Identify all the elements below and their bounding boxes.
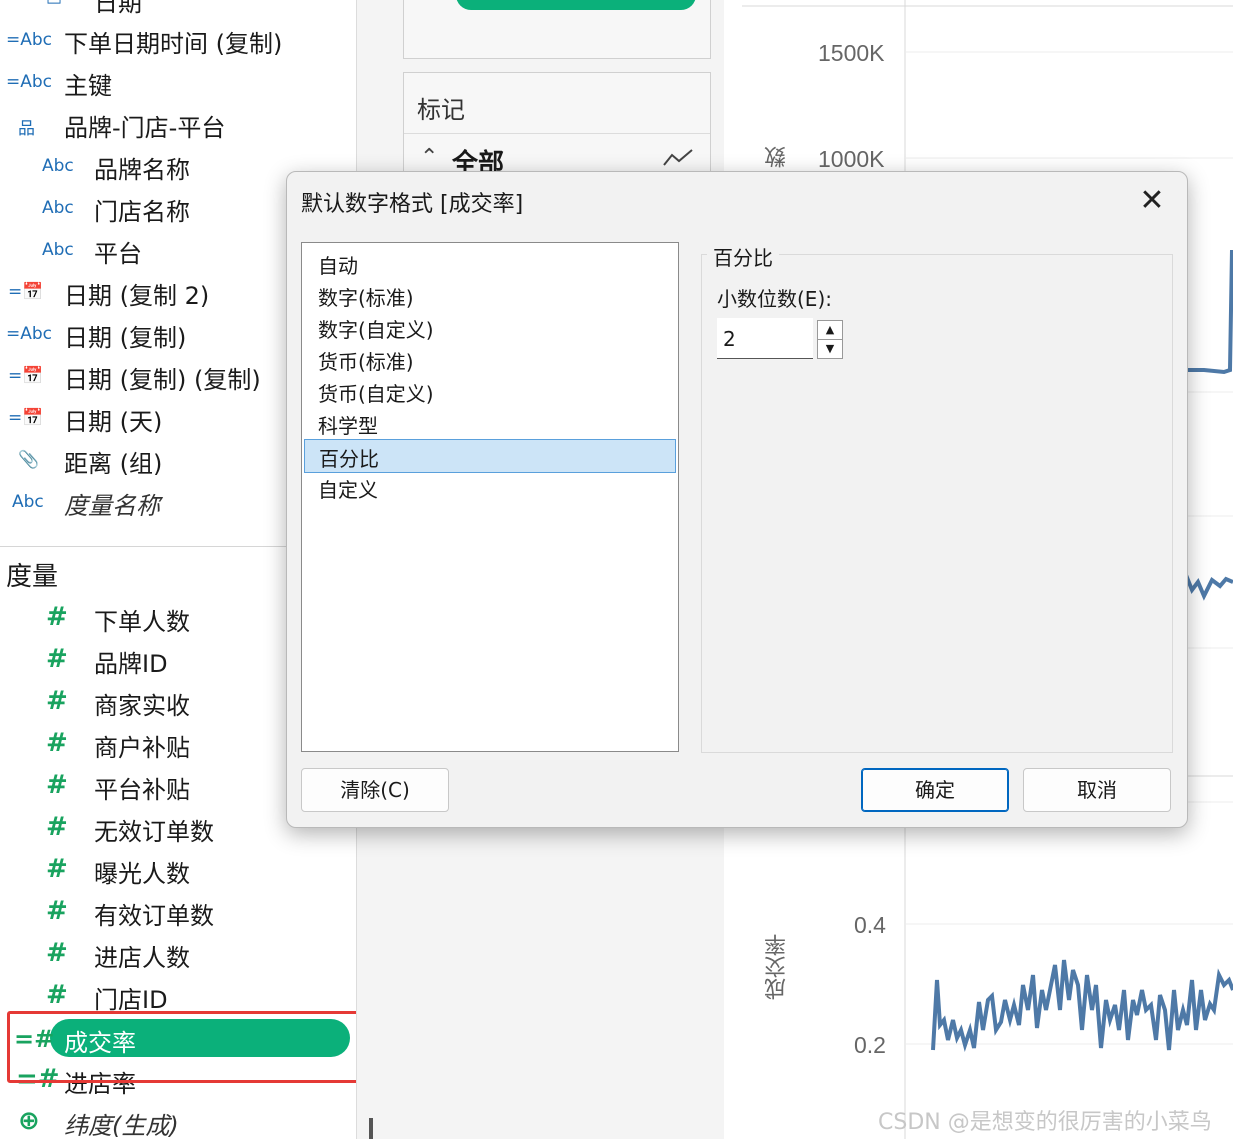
measure-number-icon: # — [46, 980, 68, 1010]
field-date-partial[interactable]: ▭ 日期 — [0, 0, 356, 20]
measure-label: 有效订单数 — [94, 902, 214, 930]
measure-number-icon: # — [46, 812, 68, 842]
decimal-places-value: 2 — [723, 327, 736, 351]
dimension-label: 日期 (复制 2) — [64, 282, 210, 310]
spin-up-icon[interactable]: ▲ — [817, 320, 843, 340]
measure-number-icon: # — [46, 728, 68, 758]
marks-divider — [404, 133, 710, 134]
dimension-label: 平台 — [94, 240, 142, 268]
number-format-dialog: 默认数字格式 [成交率] ✕ 自动数字(标准) 数字(自定义) 货币(标准) 货币(自… — [286, 171, 1188, 828]
series-line-bottom — [931, 959, 1233, 1052]
measure-number-icon: # — [46, 938, 68, 968]
calculated-date-icon: =📅 — [8, 282, 44, 302]
dimension-label: 品牌名称 — [94, 156, 190, 184]
measure-label: 曝光人数 — [94, 860, 190, 888]
format-option-label: 数字(标准) — [318, 286, 414, 310]
format-option-label: 自定义 — [318, 478, 378, 502]
measure-label: 进店人数 — [94, 944, 190, 972]
measure-label: 无效订单数 — [94, 818, 214, 846]
spin-down-icon[interactable]: ▼ — [817, 339, 843, 359]
filters-shelf — [403, 0, 711, 59]
format-option[interactable]: 货币(标准) — [304, 343, 674, 375]
measure-number-icon: # — [46, 896, 68, 926]
scrollbar[interactable] — [369, 1118, 373, 1139]
format-option-label: 百分比 — [319, 447, 379, 471]
measure-number-icon: # — [46, 854, 68, 884]
string-icon: Abc — [42, 240, 74, 260]
measure-label: 品牌ID — [94, 650, 168, 678]
calculated-string-icon: =Abc — [6, 30, 53, 50]
format-option-label: 自动 — [318, 254, 358, 278]
dimension-label: 距离 (组) — [64, 450, 163, 478]
dimension-field[interactable]: =Abc 主键 — [0, 62, 356, 102]
decimal-places-input[interactable]: 2 — [717, 318, 813, 359]
measure-label: 商家实收 — [94, 692, 190, 720]
format-option[interactable]: 科学型 — [304, 407, 674, 439]
dimension-field[interactable]: =Abc 下单日期时间 (复制) — [0, 20, 356, 60]
field-label: 日期 — [94, 0, 142, 17]
line-mark-icon[interactable] — [662, 147, 694, 169]
calculated-date-icon: =📅 — [8, 366, 44, 386]
measure-number-icon: # — [46, 602, 68, 632]
series-line-top — [1186, 249, 1233, 375]
string-icon: Abc — [42, 198, 74, 218]
measure-label: 纬度(生成) — [64, 1112, 179, 1140]
globe-icon: ⊕ — [18, 1106, 40, 1136]
measure-label: 门店ID — [94, 986, 168, 1014]
dialog-title: 默认数字格式 [成交率] — [301, 192, 524, 217]
string-icon: Abc — [12, 492, 44, 512]
measure-label: 平台补贴 — [94, 776, 190, 804]
dimension-label: 下单日期时间 (复制) — [64, 30, 283, 58]
calculated-date-icon: =📅 — [8, 408, 44, 428]
calendar-icon: ▭ — [46, 0, 63, 10]
dimension-label: 日期 (复制) — [64, 324, 187, 352]
measures-header: 度量 — [6, 562, 59, 592]
measure-label: 商户补贴 — [94, 734, 190, 762]
string-icon: Abc — [42, 156, 74, 176]
format-option[interactable]: 货币(自定义) — [304, 375, 674, 407]
close-icon[interactable]: ✕ — [1133, 182, 1171, 220]
marks-title: 标记 — [417, 96, 465, 124]
group-paperclip-icon: 📎 — [18, 450, 40, 470]
decimal-places-label: 小数位数(E): — [717, 287, 832, 311]
hierarchy-icon: 品 — [18, 119, 35, 139]
dimension-field[interactable]: 品 品牌-门店-平台 — [0, 104, 356, 144]
format-option-label: 货币(标准) — [318, 350, 414, 374]
format-option[interactable]: 百分比 — [304, 439, 676, 473]
calculated-string-icon: =Abc — [6, 324, 53, 344]
chevron-up-icon[interactable]: ⌃ — [420, 145, 438, 170]
measure-label: 下单人数 — [94, 608, 190, 636]
ok-button[interactable]: 确定 — [861, 768, 1009, 812]
format-type-list[interactable]: 自动数字(标准) 数字(自定义) 货币(标准) 货币(自定义) 科学型百分比自定义 — [301, 242, 679, 752]
measure-field[interactable]: # 进店人数 — [0, 934, 356, 974]
dimension-label: 日期 (天) — [64, 408, 163, 436]
measure-field[interactable]: # 有效订单数 — [0, 892, 356, 932]
measure-number-icon: # — [46, 770, 68, 800]
measure-field[interactable]: ⊕ 纬度(生成) — [0, 1102, 356, 1142]
format-option-label: 科学型 — [318, 414, 378, 438]
dimension-label: 品牌-门店-平台 — [64, 114, 226, 142]
dimension-label: 主键 — [64, 72, 112, 100]
series-line-middle — [1184, 574, 1233, 601]
dimension-label: 度量名称 — [64, 492, 160, 520]
format-option[interactable]: 数字(标准) — [304, 279, 674, 311]
measure-field[interactable]: # 门店ID — [0, 976, 356, 1016]
measure-number-icon: # — [46, 686, 68, 716]
watermark-text: CSDN @是想变的很厉害的小菜鸟 — [878, 1110, 1212, 1135]
measure-number-icon: # — [46, 644, 68, 674]
format-option-label: 货币(自定义) — [318, 382, 434, 406]
format-group-title: 百分比 — [707, 242, 779, 271]
calculated-string-icon: =Abc — [6, 72, 53, 92]
cancel-button[interactable]: 取消 — [1023, 768, 1171, 812]
format-option[interactable]: 自动 — [304, 247, 674, 279]
filter-pill[interactable] — [456, 0, 696, 10]
format-option-label: 数字(自定义) — [318, 318, 434, 342]
format-option[interactable]: 数字(自定义) — [304, 311, 674, 343]
measure-field[interactable]: # 曝光人数 — [0, 850, 356, 890]
dimension-label: 门店名称 — [94, 198, 190, 226]
clear-button[interactable]: 清除(C) — [301, 768, 449, 812]
dimension-label: 日期 (复制) (复制) — [64, 366, 261, 394]
format-option[interactable]: 自定义 — [304, 471, 674, 503]
